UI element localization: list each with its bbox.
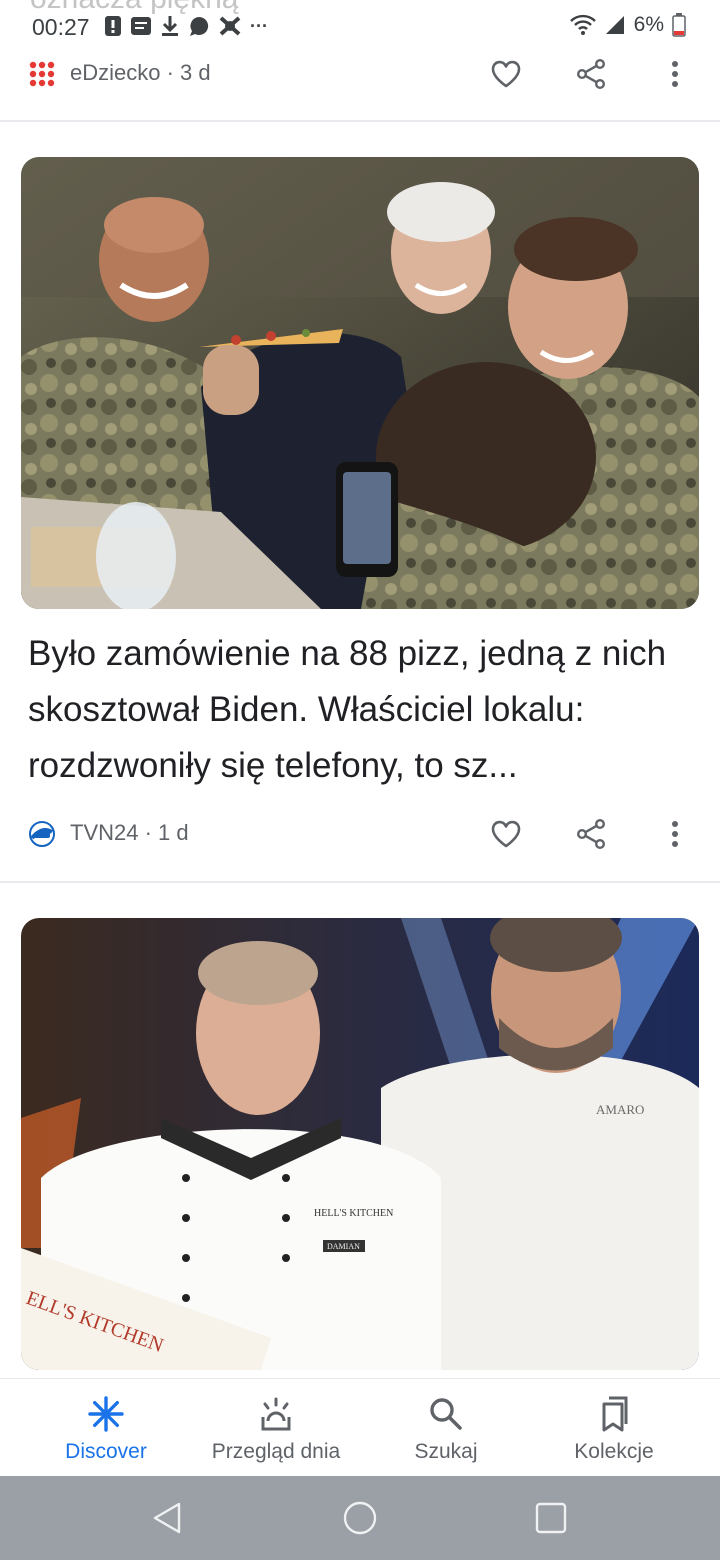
search-icon <box>430 1398 462 1430</box>
photo-biden-soldiers-pizza <box>21 157 699 609</box>
app-icon <box>219 16 241 36</box>
nav-collections[interactable]: Kolekcje <box>529 1379 699 1477</box>
daily-sunrise-icon <box>261 1397 291 1431</box>
share-button[interactable] <box>573 816 609 852</box>
more-options-button[interactable] <box>657 56 693 92</box>
overflow-dots: ··· <box>250 15 268 36</box>
share-icon <box>577 59 606 89</box>
nav-label: Szukaj <box>414 1440 478 1463</box>
battery-percent: 6% <box>633 13 664 36</box>
messenger-icon <box>190 16 209 36</box>
nav-label: Discover <box>65 1440 147 1463</box>
heart-icon <box>491 820 521 848</box>
recents-square-icon[interactable] <box>529 1496 573 1540</box>
nav-search[interactable]: Szukaj <box>361 1379 531 1477</box>
battery-icon <box>672 13 686 37</box>
nav-daily[interactable]: Przegląd dnia <box>191 1379 361 1477</box>
article-meta-row: TVN24 · 1 d <box>0 806 720 862</box>
discover-asterisk-icon <box>88 1396 124 1432</box>
share-button[interactable] <box>573 56 609 92</box>
nav-label: Przegląd dnia <box>211 1440 341 1463</box>
alert-icon <box>105 16 121 36</box>
article-image[interactable] <box>21 157 699 609</box>
feed-divider <box>0 120 720 122</box>
svg-text:DAMIAN: DAMIAN <box>327 1242 360 1251</box>
status-bar: oznacza piękną 00:27 ··· 6% <box>0 0 720 48</box>
download-icon <box>162 16 178 36</box>
home-circle-icon[interactable] <box>338 1496 382 1540</box>
article-image[interactable]: AMARO HELL'S KITCHEN DAMIAN ELL'S KITCHE… <box>21 918 699 1370</box>
source-label: eDziecko · 3 d <box>70 60 211 85</box>
source-label: TVN24 · 1 d <box>70 820 189 845</box>
notification-icons: ··· <box>104 14 268 38</box>
more-vert-icon <box>672 61 678 87</box>
share-icon <box>577 819 606 849</box>
like-button[interactable] <box>488 56 524 92</box>
photo-hells-kitchen-chefs: AMARO HELL'S KITCHEN DAMIAN ELL'S KITCHE… <box>21 918 699 1370</box>
nav-label: Kolekcje <box>574 1440 654 1463</box>
article-headline[interactable]: Było zamówienie na 88 pizz, jedną z nich… <box>28 626 696 794</box>
svg-text:HELL'S KITCHEN: HELL'S KITCHEN <box>314 1208 393 1219</box>
svg-text:AMARO: AMARO <box>596 1102 644 1117</box>
like-button[interactable] <box>488 816 524 852</box>
tvn24-logo-icon <box>29 821 55 847</box>
wifi-icon <box>569 14 596 35</box>
signal-icon <box>605 16 624 34</box>
feed-divider <box>0 881 720 883</box>
article-meta-row: eDziecko · 3 d <box>0 46 720 102</box>
bottom-navigation: Discover Przegląd dnia Szukaj Kolekcje <box>0 1378 720 1477</box>
edziecko-logo-icon <box>29 61 55 87</box>
status-time: 00:27 <box>32 14 90 40</box>
more-vert-icon <box>672 821 678 847</box>
notes-icon <box>131 17 151 35</box>
more-options-button[interactable] <box>657 816 693 852</box>
back-triangle-icon[interactable] <box>146 1496 190 1540</box>
heart-icon <box>491 60 521 88</box>
nav-discover[interactable]: Discover <box>21 1379 191 1477</box>
collections-icon <box>602 1396 628 1432</box>
status-right: 6% <box>569 13 686 37</box>
system-navigation-bar <box>0 1476 720 1560</box>
